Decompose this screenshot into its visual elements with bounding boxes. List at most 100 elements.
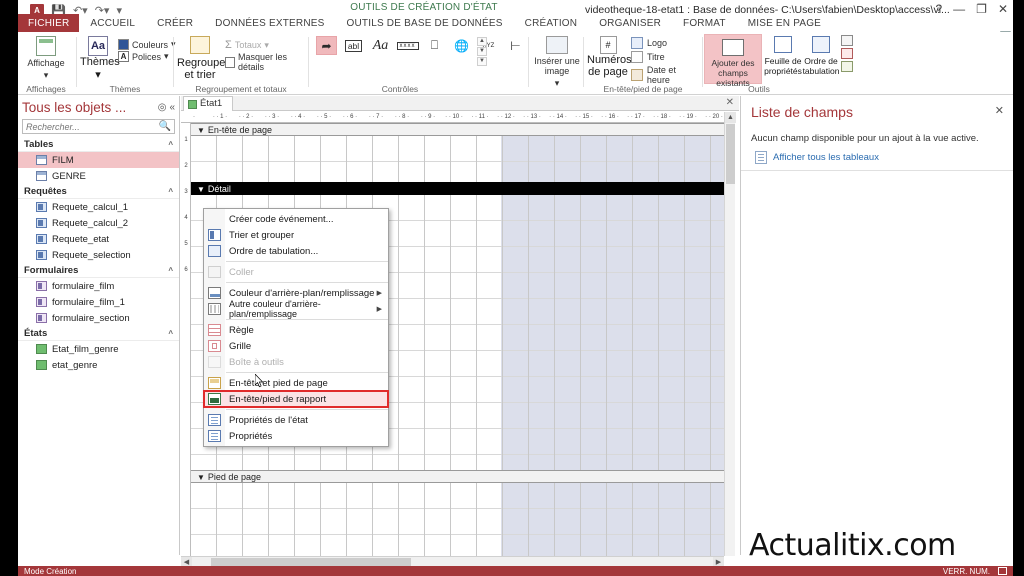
menu-item-proprietes[interactable]: Propriétés xyxy=(204,428,388,444)
design-view-icon[interactable] xyxy=(998,567,1007,575)
chevron-up-icon[interactable]: ^ xyxy=(168,187,173,196)
inserer-image-button[interactable]: Insérer une image ▾ xyxy=(530,32,584,88)
titre-button[interactable]: Titre xyxy=(631,51,701,63)
vertical-scrollbar[interactable]: ▲ xyxy=(724,112,736,556)
menu-item-grille[interactable]: Grille xyxy=(204,338,388,354)
search-input[interactable] xyxy=(26,121,159,132)
section-label: Pied de page xyxy=(207,472,261,482)
sidebar-item-film[interactable]: FILM xyxy=(18,152,179,168)
tab-creation[interactable]: CRÉATION xyxy=(513,14,589,32)
section-body-page-footer[interactable] xyxy=(191,483,724,556)
ordre-tabulation-label: Ordre de tabulation xyxy=(802,56,840,76)
close-icon[interactable]: ✕ xyxy=(995,104,1004,117)
date-heure-button[interactable]: Date et heure xyxy=(631,65,701,85)
section-bar-page-footer[interactable]: ▼ Pied de page xyxy=(191,470,724,483)
tab-fichier[interactable]: FICHIER xyxy=(18,14,80,32)
totaux-button[interactable]: Σ Totaux ▾ xyxy=(225,39,307,51)
inserer-image-dropdown-arrow[interactable]: ▾ xyxy=(555,78,560,88)
navpane-header[interactable]: Tous les objets ... ◎ « xyxy=(18,96,179,118)
close-document-button[interactable]: ✕ xyxy=(726,97,734,108)
textbox-icon[interactable]: abl xyxy=(343,36,364,55)
section-bar-page-header[interactable]: ▼ En-tête de page xyxy=(191,123,724,136)
menu-item-autre-couleur-arriere-plan[interactable]: Autre couleur d'arrière-plan/remplissage… xyxy=(204,299,388,319)
chevron-up-icon[interactable]: ^ xyxy=(168,329,173,338)
tab-etat1[interactable]: État1 xyxy=(183,96,234,111)
sidebar-item-requete-etat[interactable]: Requete_etat xyxy=(18,231,179,247)
sidebar-item-requete-calcul-1[interactable]: Requete_calcul_1 xyxy=(18,199,179,215)
view-code-icon[interactable] xyxy=(841,48,853,59)
tab-outils-base-de-donnees[interactable]: OUTILS DE BASE DE DONNÉES xyxy=(336,14,514,32)
section-body-page-header[interactable] xyxy=(191,136,724,182)
couleurs-button[interactable]: Couleurs ▾ xyxy=(118,39,176,50)
feuille-proprietes-label: Feuille de propriétés xyxy=(764,56,802,76)
polices-dropdown-arrow[interactable]: ▾ xyxy=(164,51,169,62)
hyperlink-icon[interactable]: 🌐 xyxy=(451,36,472,55)
context-menu[interactable]: Créer code événement... Trier et grouper… xyxy=(203,208,389,447)
sidebar-item-formulaire-film[interactable]: formulaire_film xyxy=(18,278,179,294)
search-icon[interactable]: 🔍 xyxy=(159,121,171,132)
select-arrow-icon[interactable]: ➦ xyxy=(316,36,337,55)
tab-format[interactable]: FORMAT xyxy=(672,14,737,32)
tab-mise-en-page[interactable]: MISE EN PAGE xyxy=(737,14,832,32)
controls-gallery[interactable]: ➦ abl Aa xxxx ⎕ 🌐 XYZ ⊢ xyxy=(316,36,526,55)
regrouper-et-trier-button[interactable]: Regrouper et trier xyxy=(177,36,229,81)
double-chevron-left-icon[interactable]: « xyxy=(169,102,175,113)
menu-item-en-tete-et-pied-de-page[interactable]: En-tête et pied de page xyxy=(204,375,388,391)
sidebar-item-etat-film-genre[interactable]: Etat_film_genre xyxy=(18,341,179,357)
section-bar-detail[interactable]: ▼ Détail xyxy=(191,182,724,195)
button-icon[interactable]: xxxx xyxy=(396,36,419,55)
list-item-label: etat_genre xyxy=(52,359,98,371)
menu-item-creer-code-evenement[interactable]: Créer code événement... xyxy=(204,211,388,227)
ribbon-tab-strip[interactable]: FICHIER ACCUEIL CRÉER DONNÉES EXTERNES O… xyxy=(0,0,1024,43)
navpane-group-tables[interactable]: Tables ^ xyxy=(18,137,179,152)
menu-item-ordre-de-tabulation[interactable]: Ordre de tabulation... xyxy=(204,243,388,259)
sidebar-item-requete-selection[interactable]: Requete_selection xyxy=(18,247,179,263)
totaux-dropdown-arrow[interactable]: ▾ xyxy=(264,40,269,51)
menu-item-regle[interactable]: Règle xyxy=(204,322,388,338)
convert-macros-icon[interactable] xyxy=(841,61,853,72)
gallery-scroll-up-icon[interactable]: ▲ xyxy=(477,37,487,46)
chevron-up-icon[interactable]: ^ xyxy=(168,266,173,275)
tab-control-icon[interactable]: ⎕ xyxy=(424,36,445,55)
tab-creer[interactable]: CRÉER xyxy=(146,14,204,32)
gallery-scroll-down-icon[interactable]: ▼ xyxy=(477,47,487,56)
sidebar-item-formulaire-section[interactable]: formulaire_section xyxy=(18,310,179,326)
line-icon[interactable]: ⊢ xyxy=(505,36,526,55)
afficher-tous-les-tableaux-link[interactable]: Afficher tous les tableaux xyxy=(741,145,1013,164)
sidebar-item-genre[interactable]: GENRE xyxy=(18,168,179,184)
vertical-scroll-thumb[interactable] xyxy=(726,124,735,184)
menu-item-trier-et-grouper[interactable]: Trier et grouper xyxy=(204,227,388,243)
tab-organiser[interactable]: ORGANISER xyxy=(588,14,672,32)
themes-dropdown-arrow[interactable]: ▾ xyxy=(80,68,116,81)
chevron-down-icon[interactable]: ◎ xyxy=(158,102,167,113)
masquer-details-button[interactable]: Masquer les détails xyxy=(225,52,307,72)
affichage-dropdown-arrow[interactable]: ▾ xyxy=(44,70,49,80)
tab-donnees-externes[interactable]: DONNÉES EXTERNES xyxy=(204,14,335,32)
navpane-group-formulaires[interactable]: Formulaires ^ xyxy=(18,263,179,278)
ordre-tabulation-button[interactable]: Ordre de tabulation xyxy=(802,36,840,76)
subreport-in-new-window-icon[interactable] xyxy=(841,35,853,46)
logo-button[interactable]: Logo xyxy=(631,37,701,49)
navpane-group-etats[interactable]: États ^ xyxy=(18,326,179,341)
label-icon[interactable]: Aa xyxy=(370,36,391,55)
polices-button[interactable]: A Polices ▾ xyxy=(118,51,176,62)
navigation-pane: Tous les objets ... ◎ « 🔍 Tables ^ FILM … xyxy=(18,96,180,555)
menu-item-proprietes-de-l-etat[interactable]: Propriétés de l'état xyxy=(204,412,388,428)
affichage-button[interactable]: Affichage ▾ xyxy=(18,32,74,80)
menu-item-en-tete-pied-de-rapport[interactable]: En-tête/pied de rapport xyxy=(203,390,389,408)
sidebar-item-etat-genre[interactable]: etat_genre xyxy=(18,357,179,373)
tab-accueil[interactable]: ACCUEIL xyxy=(79,14,146,32)
navpane-group-requetes[interactable]: Requêtes ^ xyxy=(18,184,179,199)
list-item-label: formulaire_film_1 xyxy=(52,296,125,308)
numeros-de-page-button[interactable]: # Numéros de page xyxy=(587,36,632,78)
scroll-up-arrow-icon[interactable]: ▲ xyxy=(725,112,736,123)
navpane-search[interactable]: 🔍 xyxy=(22,119,175,134)
sidebar-item-formulaire-film-1[interactable]: formulaire_film_1 xyxy=(18,294,179,310)
ajouter-champs-existants-button[interactable]: Ajouter des champs existants xyxy=(704,34,762,88)
themes-button[interactable]: Aa Thèmes ▾ xyxy=(80,36,120,81)
gallery-more-icon[interactable]: ▼ xyxy=(477,57,487,66)
controls-gallery-scroll[interactable]: ▲ ▼ ▼ xyxy=(477,37,487,66)
sidebar-item-requete-calcul-2[interactable]: Requete_calcul_2 xyxy=(18,215,179,231)
chevron-up-icon[interactable]: ^ xyxy=(168,140,173,149)
feuille-proprietes-button[interactable]: Feuille de propriétés xyxy=(764,36,802,76)
